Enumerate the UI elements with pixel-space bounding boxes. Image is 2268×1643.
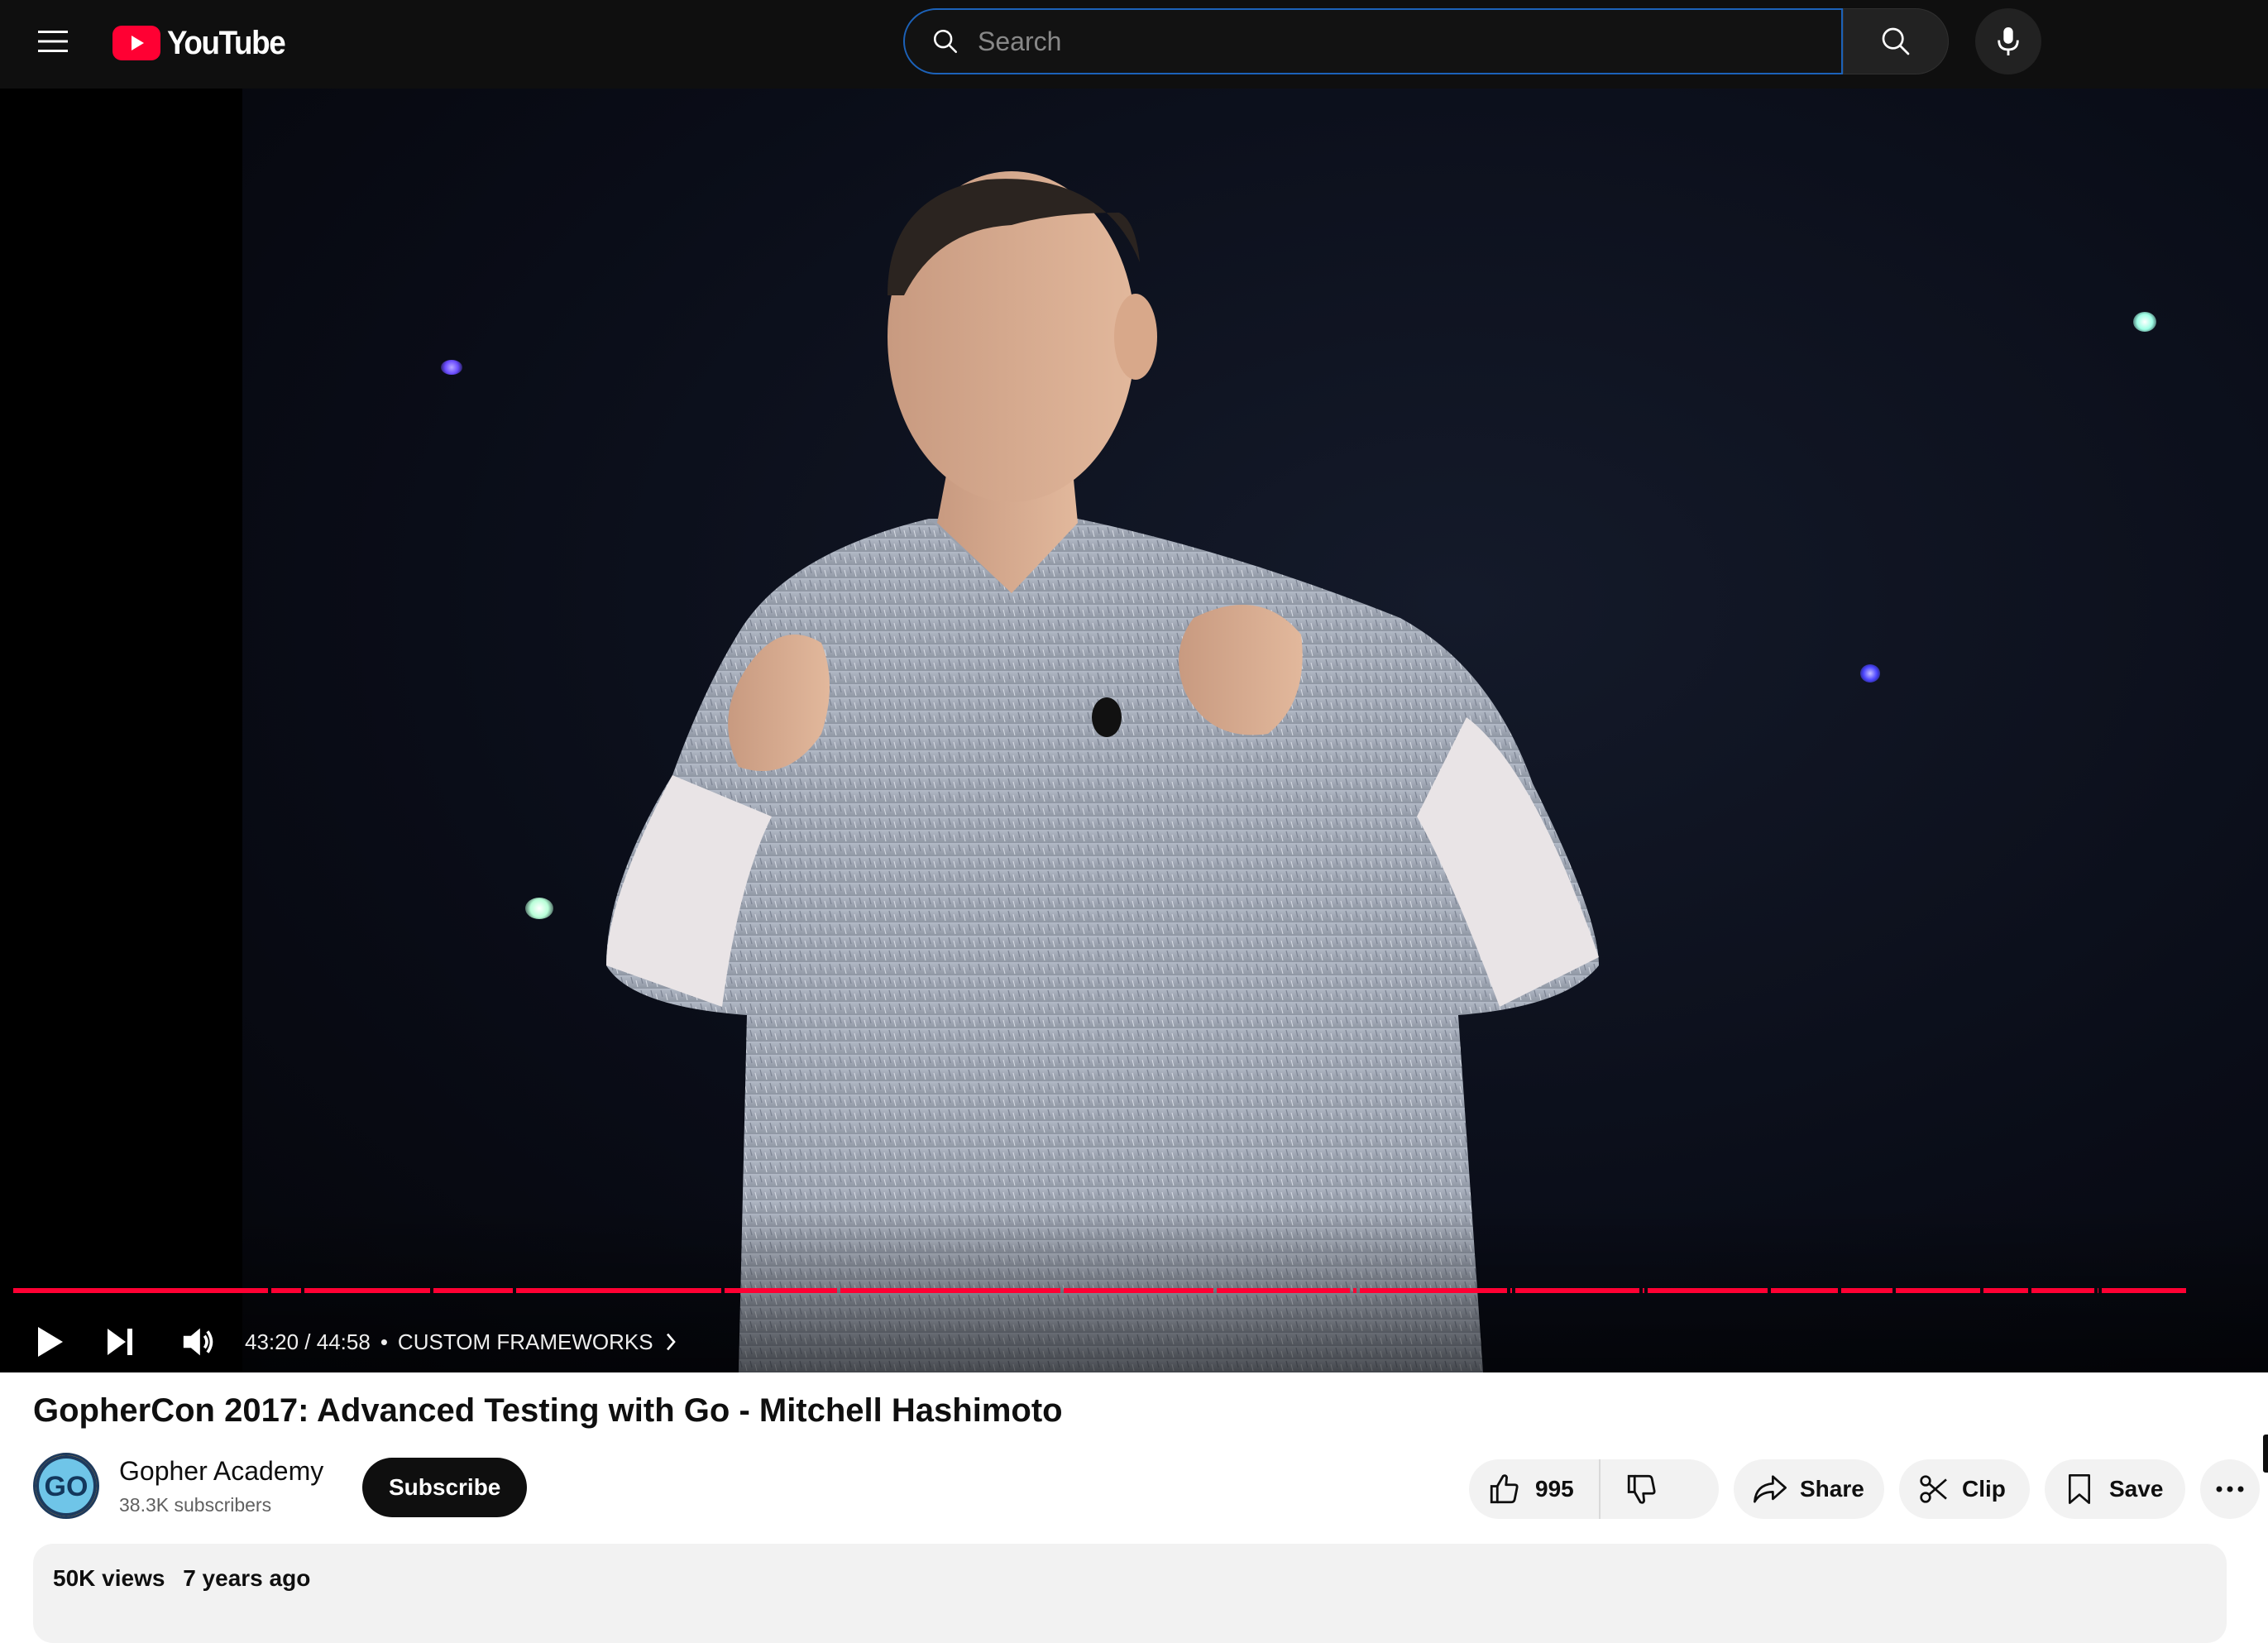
like-count: 995 bbox=[1535, 1476, 1574, 1502]
avatar-logo-text: GO bbox=[45, 1471, 89, 1502]
bookmark-icon bbox=[2069, 1474, 2090, 1504]
owner-row: GO Gopher Academy 38.3K subscribers Subs… bbox=[33, 1453, 2260, 1522]
magnifier-icon bbox=[1882, 27, 1910, 55]
logo-text: YouTube bbox=[167, 24, 286, 61]
progress-segment[interactable] bbox=[13, 1288, 268, 1293]
progress-segment[interactable] bbox=[840, 1288, 1060, 1293]
next-button[interactable] bbox=[89, 1313, 149, 1371]
progress-segment[interactable] bbox=[1217, 1288, 1350, 1293]
subscriber-count: 38.3K subscribers bbox=[119, 1494, 272, 1516]
progress-segment[interactable] bbox=[1064, 1288, 1213, 1293]
share-button[interactable]: Share bbox=[1734, 1459, 1884, 1519]
volume-icon bbox=[183, 1328, 213, 1356]
video-player[interactable]: 43:20 / 44:58 • CUSTOM FRAMEWORKS bbox=[0, 89, 2268, 1372]
video-frame[interactable] bbox=[242, 89, 2268, 1372]
progress-segment[interactable] bbox=[1360, 1288, 1507, 1293]
search-inner-icon bbox=[931, 27, 959, 55]
masthead: YouTube bbox=[0, 0, 2268, 89]
subscribe-button[interactable]: Subscribe bbox=[362, 1458, 528, 1517]
time-display: 43:20 / 44:58 bbox=[245, 1329, 371, 1354]
youtube-logo[interactable]: YouTube bbox=[112, 22, 295, 65]
upload-age: 7 years ago bbox=[183, 1565, 311, 1591]
progress-segment[interactable] bbox=[1648, 1288, 1768, 1293]
progress-segment[interactable] bbox=[1771, 1288, 1838, 1293]
thumbs-up-icon bbox=[1490, 1474, 1519, 1504]
clip-label: Clip bbox=[1962, 1476, 2006, 1502]
chevron-right-icon bbox=[666, 1333, 676, 1351]
progress-segment[interactable] bbox=[2031, 1288, 2094, 1293]
description-box[interactable]: 50K views 7 years ago bbox=[33, 1544, 2227, 1643]
scrollbar-thumb[interactable] bbox=[2263, 1435, 2268, 1473]
progress-segment[interactable] bbox=[1510, 1288, 1512, 1293]
view-count: 50K views bbox=[53, 1565, 165, 1591]
search-input[interactable] bbox=[978, 17, 1841, 66]
video-title: GopherCon 2017: Advanced Testing with Go… bbox=[33, 1392, 1063, 1429]
progress-segment[interactable] bbox=[271, 1288, 301, 1293]
clip-button[interactable]: Clip bbox=[1899, 1459, 2030, 1519]
play-icon bbox=[38, 1327, 63, 1357]
chapter-title-button[interactable]: • CUSTOM FRAMEWORKS bbox=[380, 1329, 677, 1355]
progress-segment[interactable] bbox=[1353, 1288, 1356, 1293]
save-button[interactable]: Save bbox=[2045, 1459, 2185, 1519]
chapter-title: CUSTOM FRAMEWORKS bbox=[397, 1329, 653, 1354]
search-button[interactable] bbox=[1843, 8, 1949, 74]
progress-segment[interactable] bbox=[2102, 1288, 2186, 1293]
scissors-icon bbox=[1920, 1475, 1947, 1503]
speaker-figure bbox=[606, 171, 1599, 1372]
mute-button[interactable] bbox=[169, 1313, 228, 1371]
chapter-separator: • bbox=[380, 1329, 388, 1354]
progress-segment[interactable] bbox=[725, 1288, 837, 1293]
guide-menu-button[interactable] bbox=[26, 15, 79, 68]
thumbs-down-icon bbox=[1627, 1474, 1656, 1504]
description-meta: 50K views 7 years ago bbox=[53, 1565, 310, 1592]
play-button[interactable] bbox=[20, 1313, 79, 1371]
progress-segment[interactable] bbox=[516, 1288, 721, 1293]
like-dislike-group: 995 bbox=[1469, 1459, 1719, 1519]
progress-segment[interactable] bbox=[304, 1288, 430, 1293]
dislike-button[interactable] bbox=[1601, 1459, 1683, 1519]
player-controls: 43:20 / 44:58 • CUSTOM FRAMEWORKS bbox=[0, 1313, 2268, 1371]
voice-search-button[interactable] bbox=[1975, 8, 2041, 74]
share-arrow-icon bbox=[1754, 1475, 1787, 1503]
progress-segment[interactable] bbox=[1983, 1288, 2028, 1293]
channel-avatar[interactable]: GO bbox=[33, 1453, 99, 1519]
ellipsis-icon bbox=[2216, 1486, 2244, 1492]
like-button[interactable]: 995 bbox=[1469, 1459, 1601, 1519]
progress-segment[interactable] bbox=[1643, 1288, 1644, 1293]
progress-segment[interactable] bbox=[1896, 1288, 1980, 1293]
search-box bbox=[903, 8, 1843, 74]
progress-segment[interactable] bbox=[1841, 1288, 1892, 1293]
progress-segment[interactable] bbox=[1515, 1288, 1639, 1293]
progress-segment[interactable] bbox=[433, 1288, 513, 1293]
progress-bar[interactable] bbox=[13, 1288, 2268, 1293]
channel-name[interactable]: Gopher Academy bbox=[119, 1456, 323, 1487]
skip-next-icon bbox=[108, 1329, 132, 1355]
save-label: Save bbox=[2109, 1476, 2164, 1502]
microphone-icon bbox=[1998, 27, 2019, 55]
more-actions-button[interactable] bbox=[2200, 1459, 2260, 1519]
hamburger-menu-icon bbox=[38, 31, 68, 52]
share-label: Share bbox=[1800, 1476, 1864, 1502]
youtube-play-logo-icon bbox=[112, 26, 160, 60]
